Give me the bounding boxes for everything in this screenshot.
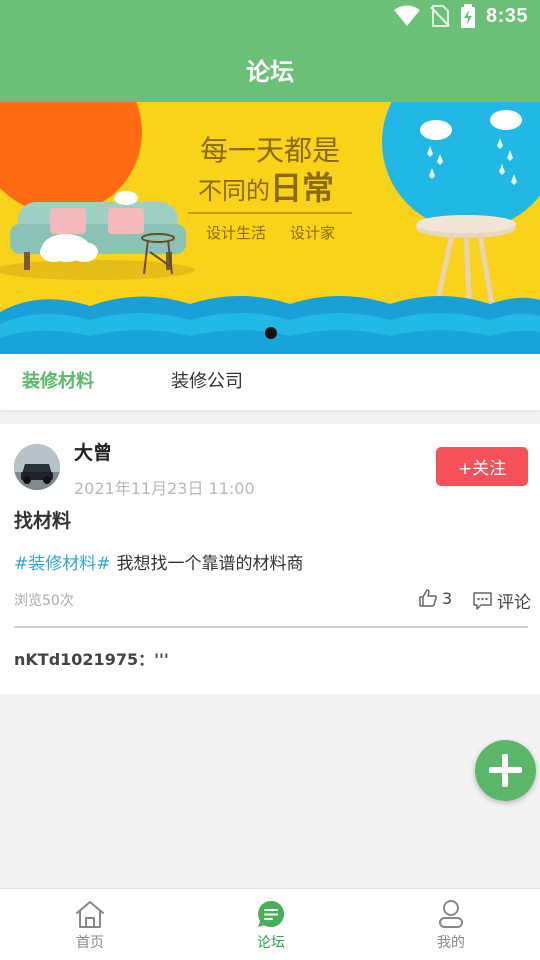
app-bar: 论坛	[0, 36, 540, 102]
wifi-icon	[393, 5, 420, 26]
banner-headline-1: 每一天都是	[200, 134, 340, 167]
comment-label: 评论	[497, 593, 531, 613]
banner-subtitle-2: 设计家	[290, 224, 335, 242]
like-button[interactable]: 3	[418, 588, 452, 608]
banner-image: 每一天都是 不同的日常 设计生活 设计家	[0, 102, 540, 354]
comment-button[interactable]: 评论	[472, 588, 531, 613]
status-time: 8:35	[485, 4, 528, 27]
post-topic-tag[interactable]: #装修材料#	[14, 554, 111, 574]
post-divider	[14, 626, 528, 628]
post-card[interactable]: 大曾 2021年11月23日 11:00 +关注 找材料 #装修材料# 我想找一个…	[0, 424, 540, 694]
nav-item-profile[interactable]: 我的	[391, 889, 511, 960]
carousel-indicator-dot	[265, 327, 277, 339]
add-post-button[interactable]	[475, 740, 536, 801]
view-count: 浏览50次	[14, 593, 74, 609]
status-icons: 8:35	[393, 4, 528, 28]
home-icon	[76, 901, 104, 928]
nav-label-home: 首页	[76, 935, 104, 951]
post-author-name[interactable]: 大曾	[74, 438, 112, 465]
post-title: 找材料	[14, 510, 72, 532]
bottom-navigation: 首页 论坛 我的	[0, 888, 540, 960]
thumbs-up-icon	[419, 589, 437, 607]
tab-companies[interactable]: 装修公司	[171, 354, 243, 410]
banner-headline-2-emph: 日常	[270, 169, 334, 207]
post-body-text: 我想找一个靠谱的材料商	[116, 554, 304, 574]
tab-materials[interactable]: 装修材料	[22, 354, 94, 410]
profile-icon	[439, 900, 463, 928]
banner-headline-2-prefix: 不同的	[198, 177, 270, 205]
battery-charging-icon	[460, 4, 475, 28]
avatar[interactable]	[14, 444, 60, 490]
comment-icon	[473, 591, 492, 610]
follow-button[interactable]: +关注	[436, 447, 528, 486]
nav-label-profile: 我的	[437, 935, 465, 951]
category-tabs: 装修材料 装修公司	[0, 354, 540, 410]
banner-carousel[interactable]: 每一天都是 不同的日常 设计生活 设计家	[0, 102, 540, 354]
nav-item-home[interactable]: 首页	[30, 889, 150, 960]
post-body: #装修材料# 我想找一个靠谱的材料商	[14, 549, 304, 574]
no-sim-icon	[430, 5, 450, 27]
nav-label-forum: 论坛	[257, 935, 285, 951]
nav-item-forum[interactable]: 论坛	[211, 889, 331, 960]
status-bar: 8:35	[0, 0, 540, 36]
post-timestamp: 2021年11月23日 11:00	[74, 479, 255, 498]
banner-subtitle-1: 设计生活	[206, 224, 266, 242]
forum-icon	[258, 901, 284, 927]
like-count: 3	[442, 588, 453, 608]
page-title: 论坛	[246, 57, 294, 86]
latest-reply[interactable]: nKTd1021975：'''	[14, 646, 169, 670]
car-photo-icon	[14, 444, 60, 490]
